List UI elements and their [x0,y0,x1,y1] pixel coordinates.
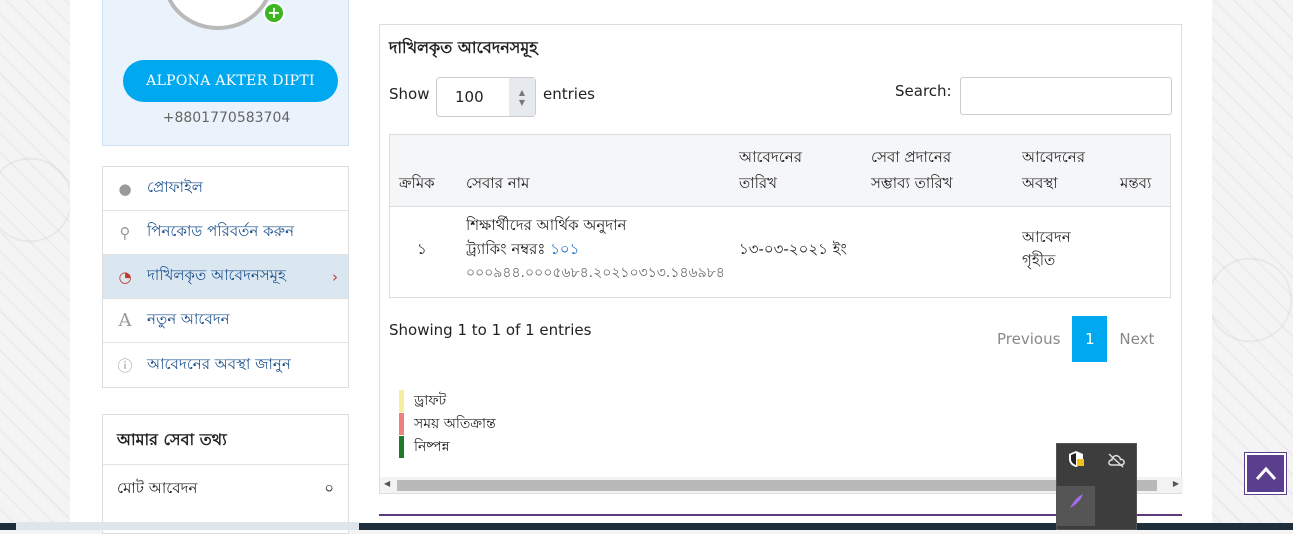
legend-label: ড্রাফট [414,392,447,409]
tracking-link[interactable]: ১০১ [550,240,579,258]
services-title: আমার সেবা তথ্য [103,415,348,465]
font-icon: A [118,310,132,331]
search-label: Search: [895,82,952,100]
shield-warning-icon[interactable] [1057,444,1095,484]
key-icon: ⚲ [119,223,131,242]
cloud-off-icon[interactable] [1097,444,1135,484]
tracking-label: ট্র্যাকিং নম্বরঃ [466,240,546,258]
entries-per-page-select[interactable]: 100 ▲ ▼ [436,77,536,117]
cell-apply-date: ১৩-০৩-২০২১ ইং [739,240,847,258]
back-to-top-button[interactable] [1244,452,1287,495]
header-delivery-date-line2[interactable]: সম্ভাব্য তারিখ [871,171,953,196]
applications-table: ক্রমিক সেবার নাম আবেদনের তারিখ সেবা প্রদ… [389,134,1171,298]
pagination-previous[interactable]: Previous [985,330,1072,348]
header-delivery-date-line1[interactable]: সেবা প্রদানের [871,145,951,170]
user-phone: +8801770583704 [162,110,291,126]
entries-per-page-value: 100 [455,88,484,106]
header-apply-date-line2[interactable]: তারিখ [739,171,777,196]
sidebar-item-label: প্রোফাইল [147,178,203,196]
profile-card: + ALPONA AKTER DIPTI +8801770583704 [102,0,349,146]
legend-item-draft: ড্রাফট [399,389,496,412]
chevron-right-icon: › [332,267,338,286]
system-tray-popup [1056,443,1137,530]
legend-color-draft [399,389,404,412]
legend-item-overdue: সময় অতিক্রান্ত [399,412,496,435]
show-label: Show [389,85,430,103]
legend-color-completed [399,435,404,458]
avatar[interactable] [163,0,273,30]
applications-panel: দাখিলকৃত আবেদনসমূহ Show 100 ▲ ▼ entries S… [379,24,1183,494]
sidebar-item-submitted-applications[interactable]: ◔ দাখিলকৃত আবেদনসমূহ › [103,255,348,299]
cell-tracking-number: ০০০৯৪৪.০০০৫৬৮৪.২০২১০৩১৩.১৪৬৯৮৪ [466,265,725,281]
sidebar-item-new-application[interactable]: A নতুন আবেদন [103,299,348,343]
legend-label: নিষ্পন্ন [414,438,450,455]
header-serial[interactable]: ক্রমিক [399,171,435,196]
taskbar-strip-left [16,522,359,530]
services-row-value: ০ [324,478,334,497]
cell-status-line1: আবেদন [1022,228,1071,246]
status-legend: ড্রাফট সময় অতিক্রান্ত নিষ্পন্ন [399,389,496,458]
user-icon: ● [118,179,132,198]
header-service-name[interactable]: সেবার নাম [466,171,529,196]
sidebar-item-label: আবেদনের অবস্থা জানুন [147,354,291,373]
table-info: Showing 1 to 1 of 1 entries [389,321,592,339]
user-name-button[interactable]: ALPONA AKTER DIPTI [123,60,338,102]
cell-status-line2: গৃহীত [1022,251,1056,269]
search-input[interactable] [960,77,1172,115]
my-services-box: আমার সেবা তথ্য মোট আবেদন ০ [102,414,349,534]
entries-label: entries [543,85,595,103]
sidebar-menu: ● প্রোফাইল ⚲ পিনকোড পরিবর্তন করুন ◔ দাখি… [102,166,349,388]
sidebar-item-label: নতুন আবেদন [147,310,230,328]
header-status-line2[interactable]: অবস্থা [1022,171,1058,196]
sidebar-item-application-status[interactable]: ⓘ আবেদনের অবস্থা জানুন [103,343,348,387]
services-row-total: মোট আবেদন ০ [103,465,348,513]
cell-tracking: ট্র্যাকিং নম্বরঃ ১০১ [466,238,579,261]
add-photo-icon[interactable]: + [263,2,285,24]
sidebar-item-label: পিনকোড পরিবর্তন করুন [147,222,295,240]
header-comment[interactable]: মন্তব্য [1120,171,1151,196]
header-apply-date-line1[interactable]: আবেদনের [739,145,802,170]
legend-label: সময় অতিক্রান্ত [414,415,496,432]
sidebar-item-change-pincode[interactable]: ⚲ পিনকোড পরিবর্তন করুন [103,211,348,255]
info-icon: ⓘ [117,356,133,375]
feather-icon[interactable] [1057,486,1095,526]
select-arrows-icon: ▲ ▼ [509,78,535,116]
pagination: Previous 1 Next [985,316,1166,362]
cell-serial: ১ [417,240,427,258]
cell-service-name: শিক্ষার্থীদের আর্থিক অনুদান [466,216,627,234]
chevron-up-icon [1255,466,1276,481]
pagination-page[interactable]: 1 [1072,316,1108,362]
scroll-right-icon[interactable]: ▶ [1173,479,1179,488]
panel-title: দাখিলকৃত আবেদনসমূহ [389,38,538,57]
legend-item-completed: নিষ্পন্ন [399,435,496,458]
scroll-left-icon[interactable]: ◀ [384,479,390,488]
sidebar-item-label: দাখিলকৃত আবেদনসমূহ [147,266,286,284]
table-header: ক্রমিক সেবার নাম আবেদনের তারিখ সেবা প্রদ… [390,135,1170,207]
legend-color-overdue [399,412,404,435]
header-status-line1[interactable]: আবেদনের [1022,145,1085,170]
dashboard-icon: ◔ [118,267,132,286]
services-row-label: মোট আবেদন [117,478,198,497]
scrollbar-thumb[interactable] [397,480,1157,491]
sidebar-item-profile[interactable]: ● প্রোফাইল [103,167,348,211]
pagination-next[interactable]: Next [1107,330,1166,348]
page-container: + ALPONA AKTER DIPTI +8801770583704 ● প্… [70,0,1212,534]
